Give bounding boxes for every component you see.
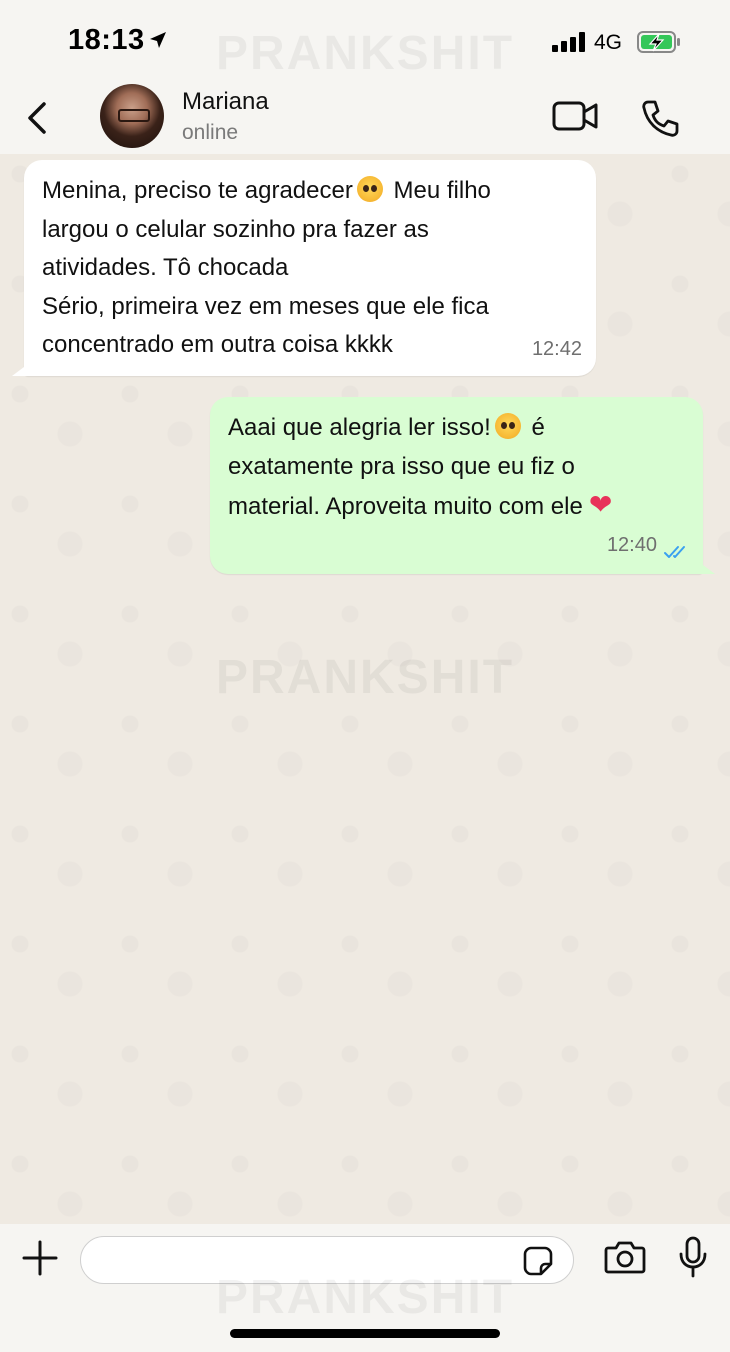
- home-indicator[interactable]: [230, 1329, 500, 1338]
- status-time: 18:13: [68, 24, 145, 56]
- message-time: 12:40: [606, 533, 657, 556]
- read-double-check-icon: [664, 546, 685, 558]
- contact-avatar[interactable]: [100, 84, 164, 148]
- plus-attach-icon[interactable]: [22, 1240, 58, 1276]
- contact-status: online: [182, 121, 239, 144]
- video-call-icon[interactable]: [552, 100, 600, 132]
- network-type: 4G: [594, 31, 623, 54]
- pleading-face-emoji-icon: [494, 413, 521, 439]
- watermark-text-bottom: PRANKSHIT: [216, 1271, 515, 1324]
- watermark-text: PRANKSHIT: [216, 27, 515, 80]
- microphone-icon[interactable]: [678, 1236, 708, 1278]
- phone-call-icon[interactable]: [640, 98, 680, 138]
- message-text: Aaai que alegria ler isso! é exatamente …: [228, 413, 613, 520]
- pleading-face-emoji-icon: [356, 176, 383, 202]
- message-time: 12:42: [531, 337, 582, 360]
- sticker-icon[interactable]: [523, 1246, 553, 1276]
- contact-name[interactable]: Mariana: [182, 88, 269, 116]
- chat-header: Mariana online: [0, 84, 730, 154]
- battery-charging-icon: [637, 31, 680, 53]
- avatar-glasses: [118, 109, 150, 122]
- location-arrow-icon: [150, 32, 166, 48]
- camera-icon[interactable]: [604, 1240, 646, 1274]
- back-chevron-icon[interactable]: [22, 100, 52, 136]
- message-outgoing[interactable]: Aaai que alegria ler isso! é exatamente …: [210, 397, 715, 574]
- heart-emoji-icon: ❤: [588, 489, 613, 520]
- status-bar: 18:13 4G PRANKSHIT: [0, 0, 730, 84]
- watermark-text-center: PRANKSHIT: [216, 651, 515, 704]
- message-incoming[interactable]: Menina, preciso te agradecer Meu filho l…: [12, 160, 596, 376]
- message-text: Menina, preciso te agradecer Meu filho l…: [42, 176, 491, 358]
- signal-strength-icon: [552, 32, 585, 52]
